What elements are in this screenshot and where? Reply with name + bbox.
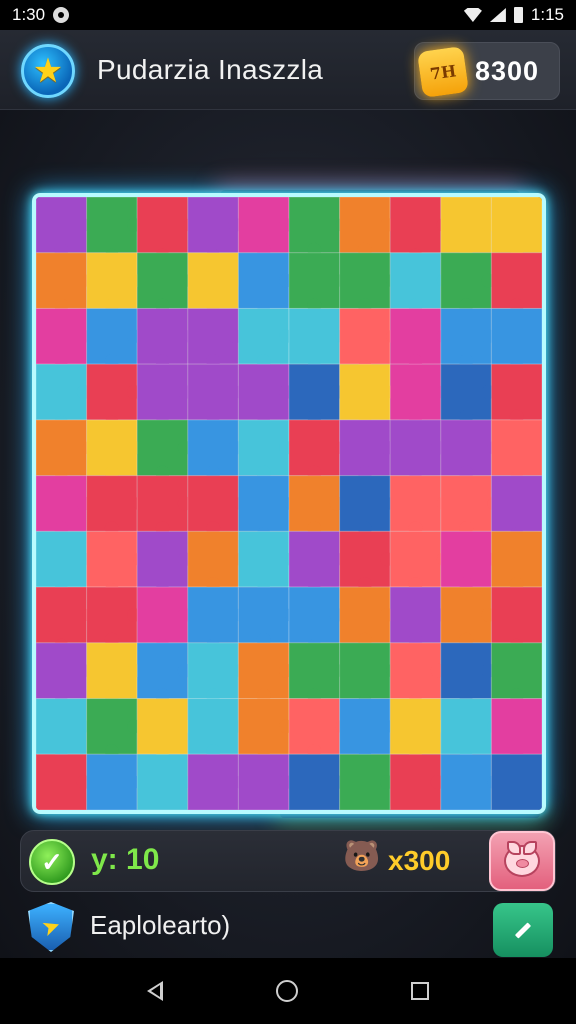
bottom-row: ➤ Eaplolearto) [0,892,576,958]
home-icon[interactable] [275,980,298,1002]
shield-icon[interactable]: ➤ [28,902,74,952]
star-icon: ★ [32,52,64,90]
edit-button[interactable] [493,903,553,957]
moves-counter: y: 10 [91,843,159,877]
status-bar: 1:30 1:15 [0,0,576,30]
status-left: 1:30 [12,5,70,25]
clock: 1:30 [12,5,46,24]
header: ★ Pudarzia Inaszzla 7H 8300 [0,30,576,110]
app-title: Pudarzia Inaszzla [97,54,324,85]
moves-label: y: [91,843,118,876]
coin-counter[interactable]: 7H 8300 [414,42,560,100]
bear-icon: 🐻 [343,840,381,873]
puzzle-grid[interactable] [36,197,542,810]
battery-icon [513,7,523,23]
back-icon[interactable] [146,981,163,1001]
piggy-bank-button[interactable] [489,831,555,891]
board-sheen [36,197,542,810]
notification-icon [53,7,70,23]
status-right: 1:15 [463,5,564,25]
game-screen: ★ Pudarzia Inaszzla 7H 8300 ✓ y: 10 🐻 x3… [0,30,576,958]
check-icon[interactable]: ✓ [29,839,75,885]
navigation-bar [0,958,576,1024]
signal-icon [489,8,506,22]
moves-value: 10 [126,843,160,876]
explore-label[interactable]: Eaplolearto) [90,910,230,941]
recents-icon[interactable] [411,982,430,1000]
score-bar: ✓ y: 10 🐻 x300 [20,830,556,892]
coin-value: 8300 [475,56,540,86]
wifi-icon [463,8,482,22]
puzzle-board[interactable] [32,193,546,814]
piggy-bank-icon [504,841,540,877]
multiplier-value: x300 [388,845,451,876]
edit-icon [514,921,532,939]
battery-text: 1:15 [530,5,564,24]
coin-icon: 7H [417,46,469,98]
star-button[interactable]: ★ [21,44,75,98]
piggy-snout [516,859,529,868]
